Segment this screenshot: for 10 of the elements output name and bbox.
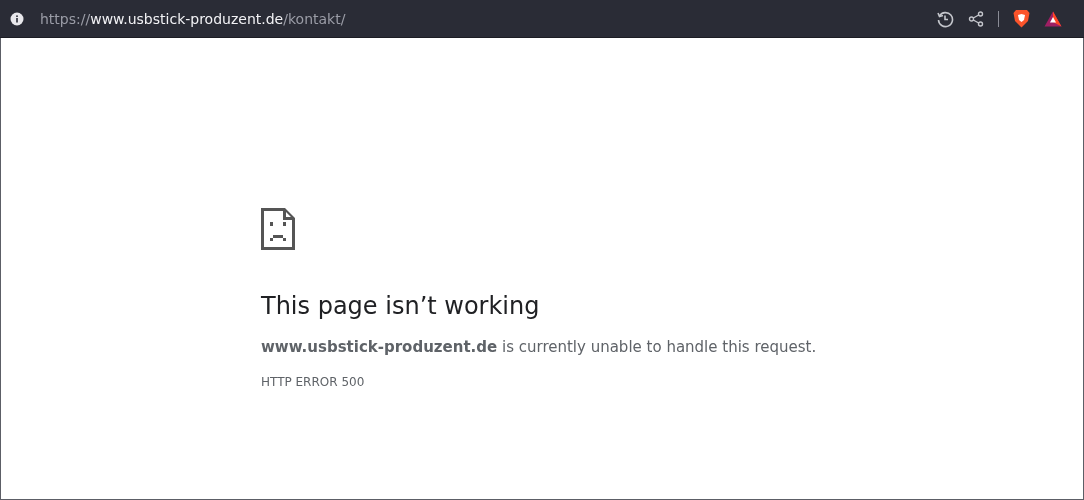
error-message: www.usbstick-produzent.de is currently unable to handle this request. [261,338,818,356]
error-heading: This page isn’t working [261,292,541,320]
error-code: HTTP ERROR 500 [261,375,366,389]
history-icon[interactable] [936,9,954,28]
triangle-icon[interactable] [1044,10,1062,27]
info-icon[interactable] [10,11,24,26]
sad-page-icon [261,208,295,250]
share-icon[interactable] [968,10,984,27]
lion-shield-icon[interactable] [1013,9,1030,28]
address-bar-url[interactable]: https://www.usbstick-produzent.de/kontakt/ [40,10,346,27]
